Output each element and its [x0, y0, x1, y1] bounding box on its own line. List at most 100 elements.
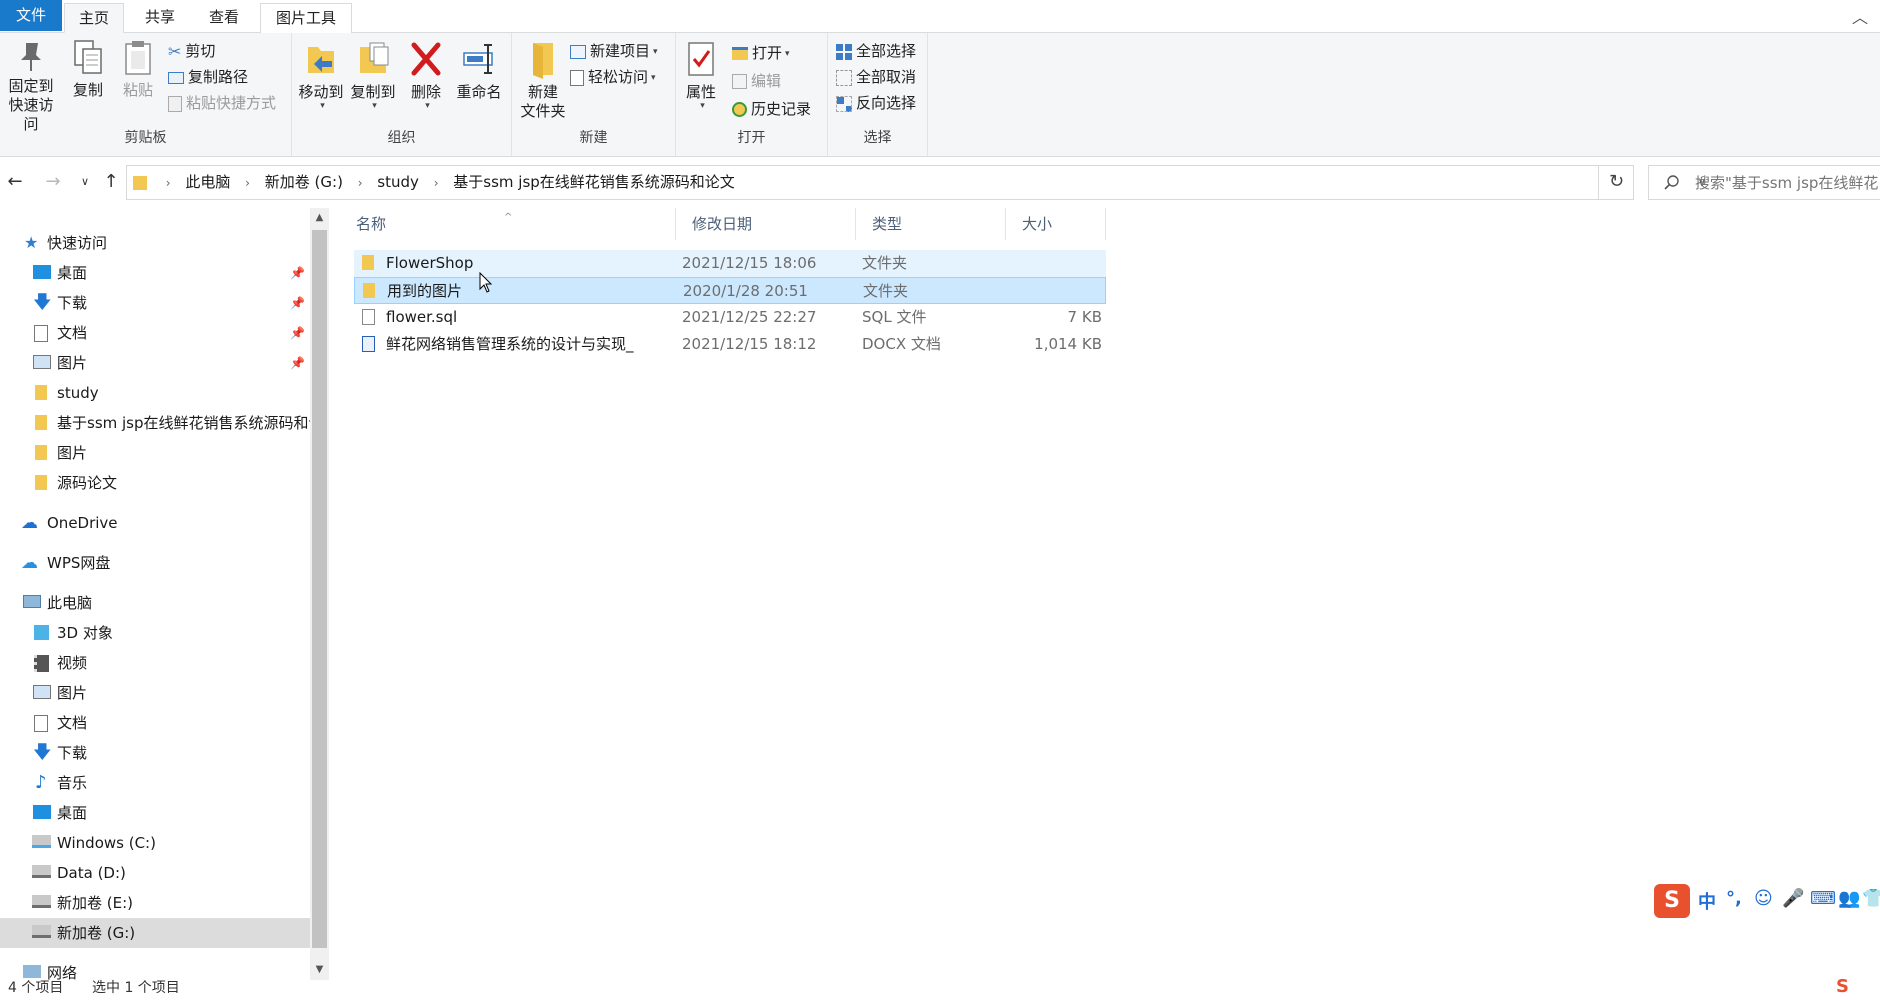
nav-drive-c[interactable]: Windows (C:)	[0, 828, 310, 858]
column-header-size[interactable]: 大小	[1006, 208, 1106, 240]
back-arrow-icon[interactable]: ←	[2, 168, 28, 196]
nav-quick-access[interactable]: ★ 快速访问	[0, 228, 310, 258]
keyboard-icon[interactable]: ⌨	[1810, 888, 1836, 909]
file-row[interactable]: 鲜花网络销售管理系统的设计与实现_ 2021/12/15 18:12 DOCX …	[354, 331, 1106, 358]
edit-button[interactable]: 编辑	[732, 69, 781, 93]
nav-pc-documents[interactable]: 文档	[0, 708, 310, 738]
scrollbar-thumb[interactable]	[312, 230, 327, 948]
sogou-tray-icon[interactable]: S	[1836, 976, 1858, 1000]
open-group-label: 打开	[737, 130, 766, 146]
user-icon[interactable]: 👥	[1838, 888, 1860, 909]
nav-this-pc[interactable]: 此电脑	[0, 588, 310, 618]
breadcrumb-separator-icon[interactable]: ›	[166, 167, 171, 200]
tab-view[interactable]: 查看	[194, 3, 254, 33]
refresh-icon[interactable]: ↻	[1598, 165, 1634, 200]
breadcrumb-separator-icon[interactable]: ›	[434, 167, 439, 200]
select-none-button[interactable]: 全部取消	[836, 65, 916, 89]
drive-icon	[32, 925, 51, 938]
file-row[interactable]: flower.sql 2021/12/25 22:27 SQL 文件 7 KB	[354, 304, 1106, 331]
copy-to-icon	[360, 42, 389, 73]
tab-share[interactable]: 共享	[130, 3, 190, 33]
column-header-date[interactable]: 修改日期	[676, 208, 856, 240]
easy-access-button[interactable]: 轻松访问 ▾	[570, 65, 656, 89]
paste-shortcut-button[interactable]: 粘贴快捷方式	[168, 91, 276, 115]
paste-button[interactable]: 粘贴	[116, 39, 160, 100]
nav-pc-desktop[interactable]: 桌面	[0, 798, 310, 828]
copy-button[interactable]: 复制	[66, 39, 110, 100]
recent-locations-chevron-icon[interactable]: ∨	[72, 168, 98, 196]
microphone-icon[interactable]: 🎤	[1782, 888, 1804, 909]
breadcrumb-study[interactable]: study	[377, 166, 419, 199]
nav-item-study[interactable]: study	[0, 378, 310, 408]
nav-pc-pictures[interactable]: 图片	[0, 678, 310, 708]
pin-icon[interactable]: 📌	[290, 318, 305, 348]
edit-label: 编辑	[751, 72, 782, 90]
delete-button[interactable]: 删除 ▾	[404, 39, 448, 111]
nav-item-documents[interactable]: 文档 📌	[0, 318, 310, 348]
column-header-name[interactable]: 名称 ^	[340, 208, 676, 240]
up-arrow-icon[interactable]: ↑	[98, 168, 124, 196]
breadcrumb-current-folder[interactable]: 基于ssm jsp在线鲜花销售系统源码和论文	[453, 166, 735, 199]
nav-pc-3d-objects[interactable]: 3D 对象	[0, 618, 310, 648]
move-to-button[interactable]: 移动到 ▾	[296, 39, 346, 111]
ime-toolbar[interactable]: S 中 °, ☺ 🎤 ⌨ 👥 👕	[1654, 884, 1880, 918]
scroll-up-arrow-icon[interactable]: ▲	[310, 208, 329, 228]
film-icon	[34, 655, 49, 672]
select-all-button[interactable]: 全部选择	[836, 39, 916, 63]
breadcrumb-separator-icon[interactable]: ›	[358, 167, 363, 200]
column-header-type[interactable]: 类型	[856, 208, 1006, 240]
select-all-icon	[836, 43, 852, 60]
nav-drive-d[interactable]: Data (D:)	[0, 858, 310, 888]
clipboard-group-label: 剪贴板	[124, 130, 167, 146]
pin-icon[interactable]: 📌	[290, 258, 305, 288]
tab-picture-tools[interactable]: 图片工具	[260, 3, 352, 33]
history-button[interactable]: 历史记录	[732, 97, 811, 121]
properties-button[interactable]: 属性 ▾	[680, 39, 722, 111]
invert-selection-button[interactable]: 反向选择	[836, 91, 916, 115]
ribbon-collapse-chevron-icon[interactable]: ︿	[1852, 4, 1868, 28]
rename-button[interactable]: 重命名	[452, 39, 506, 102]
nav-drive-e[interactable]: 新加卷 (E:)	[0, 888, 310, 918]
file-row[interactable]: FlowerShop 2021/12/15 18:06 文件夹	[354, 250, 1106, 277]
invert-selection-label: 反向选择	[856, 94, 917, 112]
pin-quick-access-button[interactable]: 固定到 快速访问	[2, 39, 60, 134]
open-folder-icon	[732, 47, 748, 60]
nav-onedrive[interactable]: ☁ OneDrive	[0, 508, 310, 538]
nav-item-source-thesis[interactable]: 源码论文	[0, 468, 310, 498]
nav-wps-drive[interactable]: ☁ WPS网盘	[0, 548, 310, 578]
nav-pc-downloads[interactable]: 🡇 下载	[0, 738, 310, 768]
nav-item-pictures[interactable]: 图片 📌	[0, 348, 310, 378]
nav-pc-music[interactable]: ♪ 音乐	[0, 768, 310, 798]
tab-home[interactable]: 主页	[64, 3, 124, 33]
cut-button[interactable]: ✂ 剪切	[168, 39, 215, 63]
new-item-button[interactable]: 新建项目 ▾	[570, 39, 658, 63]
emoji-icon[interactable]: ☺	[1754, 888, 1773, 909]
nav-pc-videos[interactable]: 视频	[0, 648, 310, 678]
nav-item-desktop[interactable]: 桌面 📌	[0, 258, 310, 288]
forward-arrow-icon[interactable]: →	[40, 168, 66, 196]
address-bar[interactable]: › 此电脑 › 新加卷 (G:) › study › 基于ssm jsp在线鲜花…	[126, 165, 1706, 200]
file-row[interactable]: 用到的图片 2020/1/28 20:51 文件夹	[354, 277, 1106, 304]
pin-icon[interactable]: 📌	[290, 348, 305, 378]
sort-ascending-icon: ^	[504, 212, 513, 223]
breadcrumb-this-pc[interactable]: 此电脑	[185, 166, 230, 199]
breadcrumb-drive-g[interactable]: 新加卷 (G:)	[265, 166, 343, 199]
search-input[interactable]	[1695, 166, 1880, 199]
nav-item-current-folder[interactable]: 基于ssm jsp在线鲜花销售系统源码和论文	[0, 408, 310, 438]
nav-item-pictures-folder[interactable]: 图片	[0, 438, 310, 468]
skin-shirt-icon[interactable]: 👕	[1862, 888, 1880, 909]
copy-to-button[interactable]: 复制到 ▾	[348, 39, 398, 111]
nav-item-downloads[interactable]: 🡇 下载 📌	[0, 288, 310, 318]
sogou-logo-icon[interactable]: S	[1654, 884, 1690, 918]
navigation-scrollbar[interactable]: ▲ ▼	[310, 208, 329, 980]
new-folder-button[interactable]: 新建 文件夹	[516, 39, 570, 121]
search-box[interactable]	[1648, 165, 1880, 200]
ime-language-toggle[interactable]: 中	[1698, 888, 1716, 914]
pin-icon[interactable]: 📌	[290, 288, 305, 318]
punctuation-icon[interactable]: °,	[1726, 888, 1742, 909]
breadcrumb-separator-icon[interactable]: ›	[245, 167, 250, 200]
tab-file[interactable]: 文件	[0, 0, 62, 31]
copy-path-button[interactable]: 复制路径	[168, 65, 248, 89]
open-button[interactable]: 打开 ▾	[732, 41, 790, 65]
nav-drive-g[interactable]: 新加卷 (G:)	[0, 918, 310, 948]
